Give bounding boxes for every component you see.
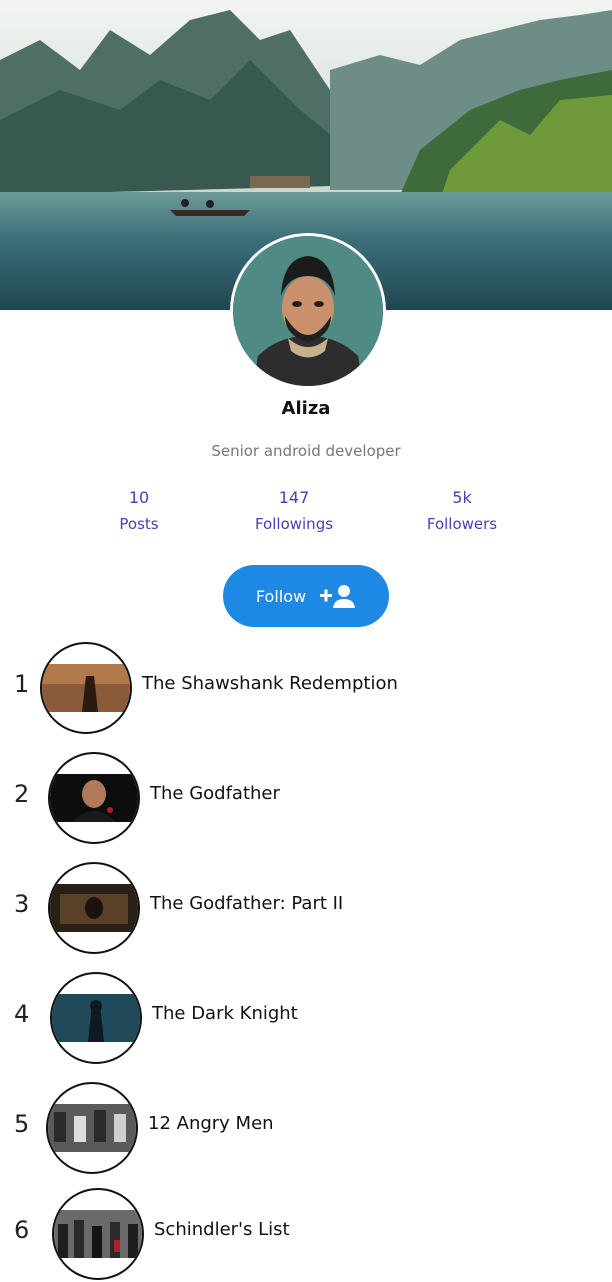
- profile-avatar[interactable]: [230, 233, 386, 389]
- list-item[interactable]: 2 The Godfather: [0, 752, 612, 846]
- movie-thumbnail: [40, 642, 132, 734]
- movie-rank: 4: [14, 1000, 30, 1028]
- movie-thumbnail: [52, 1188, 144, 1280]
- profile-role: Senior android developer: [211, 442, 401, 460]
- movie-rank: 3: [14, 890, 30, 918]
- follow-button[interactable]: Follow: [223, 565, 389, 627]
- stat-followings-value: 147: [278, 488, 310, 507]
- follow-button-label: Follow: [255, 586, 307, 606]
- list-item[interactable]: 5 12 Angry Men: [0, 1082, 612, 1176]
- stat-followers[interactable]: 5k Followers: [402, 488, 522, 534]
- movie-rank: 6: [14, 1216, 30, 1244]
- movie-thumbnail: [50, 972, 142, 1064]
- movie-title: The Godfather: [150, 783, 280, 804]
- list-item[interactable]: 3 The Godfather: Part II: [0, 862, 612, 956]
- movie-thumbnail: [46, 1082, 138, 1174]
- stat-followings[interactable]: 147 Followings: [234, 488, 354, 534]
- stat-posts-value: 10: [128, 488, 150, 507]
- movie-title: The Dark Knight: [152, 1003, 298, 1024]
- movie-title: The Godfather: Part II: [150, 893, 344, 914]
- movie-title: 12 Angry Men: [148, 1113, 274, 1134]
- stat-posts[interactable]: 10 Posts: [79, 488, 199, 534]
- stat-followers-label: Followers: [426, 515, 498, 533]
- stat-followers-value: 5k: [452, 488, 472, 507]
- movie-rank: 2: [14, 780, 30, 808]
- profile-name: Aliza: [281, 398, 331, 419]
- list-item[interactable]: 1 The Shawshank Redemption: [0, 642, 612, 736]
- movie-thumbnail: [48, 752, 140, 844]
- movie-rank: 5: [14, 1110, 30, 1138]
- stat-followings-label: Followings: [254, 515, 334, 533]
- person-add-icon: [320, 583, 356, 609]
- movie-thumbnail: [48, 862, 140, 954]
- movie-rank: 1: [14, 670, 30, 698]
- list-item[interactable]: 6 Schindler's List: [0, 1188, 612, 1282]
- stat-posts-label: Posts: [119, 515, 159, 533]
- list-item[interactable]: 4 The Dark Knight: [0, 972, 612, 1066]
- movie-title: Schindler's List: [154, 1219, 290, 1240]
- movie-title: The Shawshank Redemption: [142, 673, 398, 694]
